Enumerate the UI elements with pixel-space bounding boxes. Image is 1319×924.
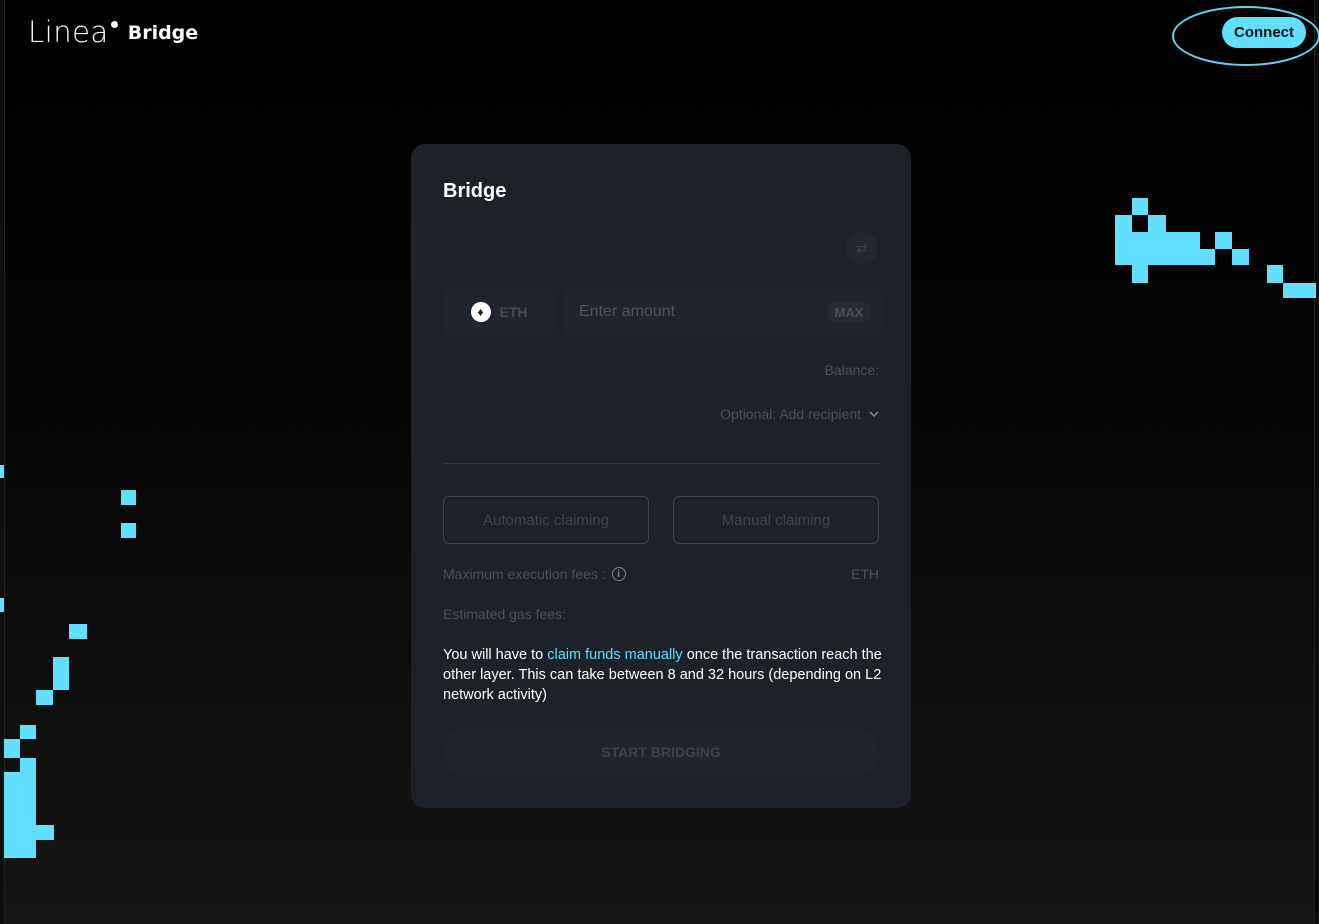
- manual-claiming-button[interactable]: Manual claiming: [673, 496, 879, 544]
- max-button[interactable]: MAX: [827, 302, 871, 322]
- bridge-card: Bridge ⇄ ♦ ETH MAX Balance: Optional: Ad…: [411, 144, 911, 808]
- manual-claim-notice: You will have to claim funds manually on…: [443, 645, 883, 705]
- add-recipient-toggle[interactable]: Optional: Add recipient: [720, 406, 879, 422]
- linea-logo[interactable]: Linea Bridge: [28, 16, 198, 48]
- swap-direction-icon[interactable]: ⇄: [846, 232, 878, 264]
- token-symbol: ETH: [499, 304, 528, 320]
- logo-dot: [110, 21, 118, 28]
- claim-funds-link[interactable]: claim funds manually: [547, 647, 682, 663]
- max-fees-unit: ETH: [851, 566, 879, 582]
- balance-label: Balance:: [824, 362, 879, 378]
- max-fees-row: Maximum execution fees : i: [443, 566, 626, 582]
- window-right-edge: [1314, 0, 1319, 924]
- chevron-down-icon: [869, 410, 879, 417]
- gas-fees-label: Estimated gas fees:: [443, 606, 566, 622]
- recipient-label: Optional: Add recipient: [720, 406, 861, 422]
- ethereum-icon: ♦: [470, 302, 491, 322]
- notice-prefix: You will have to: [443, 647, 548, 663]
- automatic-claiming-button[interactable]: Automatic claiming: [443, 496, 649, 544]
- card-title: Bridge: [443, 180, 507, 202]
- amount-field: MAX: [563, 288, 883, 336]
- info-icon[interactable]: i: [611, 567, 626, 581]
- amount-input[interactable]: [579, 300, 809, 324]
- connect-button[interactable]: Connect: [1222, 17, 1306, 48]
- max-fees-label: Maximum execution fees :: [443, 566, 606, 582]
- token-selector[interactable]: ♦ ETH: [443, 288, 555, 336]
- divider: [443, 463, 879, 464]
- product-label: Bridge: [127, 22, 199, 44]
- start-bridging-button[interactable]: START BRIDGING: [443, 728, 879, 776]
- logo-wordmark: Linea: [28, 15, 109, 49]
